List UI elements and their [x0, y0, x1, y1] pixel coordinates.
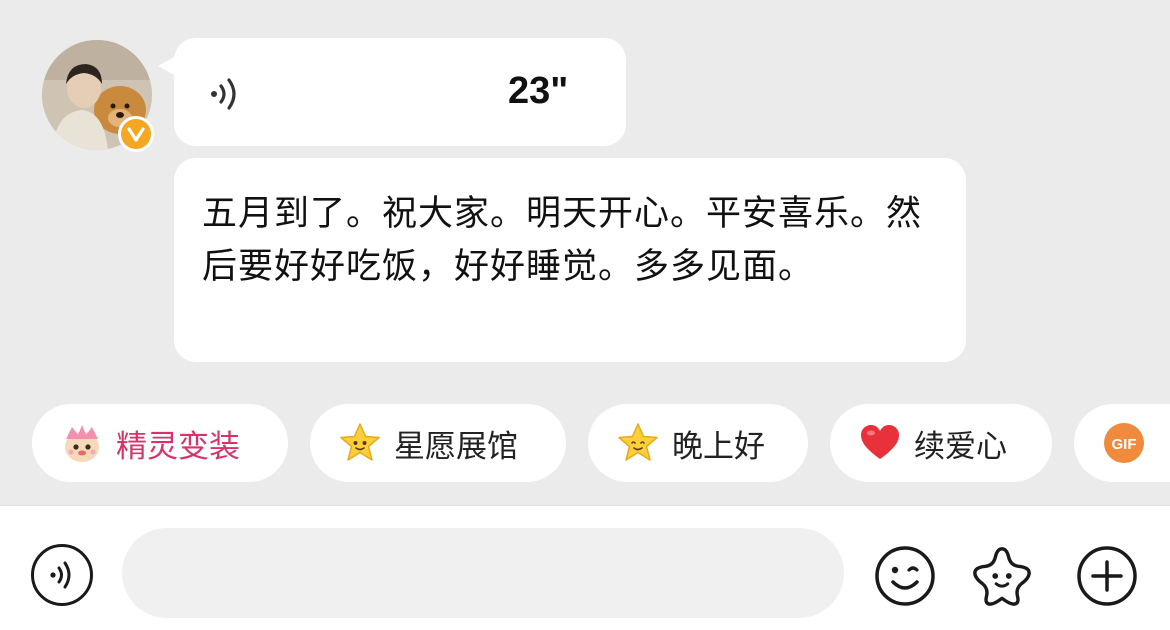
emoji-icon [875, 546, 935, 606]
chip-label: 星愿展馆 [394, 428, 518, 465]
voice-input-button[interactable] [31, 544, 93, 606]
plus-icon [1077, 546, 1137, 606]
chip-label: 精灵变装 [116, 428, 240, 465]
heart-icon [858, 421, 902, 465]
more-button[interactable] [1075, 544, 1139, 608]
emoji-button[interactable] [873, 544, 937, 608]
message-input[interactable] [122, 528, 844, 618]
star-face-icon [338, 421, 382, 465]
svg-text:GIF: GIF [1112, 436, 1137, 453]
fairy-mascot-icon [60, 421, 104, 465]
quick-chips-row: 精灵变装 星愿展馆 晚上好 续爱心 GIF [0, 404, 1170, 484]
chip-label: 晚上好 [672, 428, 765, 465]
chip-continue-love[interactable]: 续爱心 [830, 404, 1052, 482]
verified-v-icon [127, 127, 145, 142]
message-text: 五月到了。祝大家。明天开心。平安喜乐。然后要好好吃饭，好好睡觉。多多见面。 [202, 194, 923, 287]
star-face-icon [616, 421, 660, 465]
text-message-bubble[interactable]: 五月到了。祝大家。明天开心。平安喜乐。然后要好好吃饭，好好睡觉。多多见面。 [174, 158, 966, 362]
voice-icon [50, 561, 71, 589]
chip-fairy-costume[interactable]: 精灵变装 [32, 404, 288, 482]
sticker-star-icon [973, 547, 1031, 606]
voice-duration: 23" [508, 70, 569, 112]
chip-label: 续爱心 [914, 428, 1007, 465]
sticker-button[interactable] [970, 544, 1034, 608]
verified-badge [118, 116, 154, 152]
voice-wave-icon [205, 74, 245, 114]
chip-gif[interactable]: GIF [1074, 404, 1170, 482]
chip-star-wish-gallery[interactable]: 星愿展馆 [310, 404, 566, 482]
input-bar [0, 505, 1170, 630]
chip-good-evening[interactable]: 晚上好 [588, 404, 808, 482]
chat-area: 23" 五月到了。祝大家。明天开心。平安喜乐。然后要好好吃饭，好好睡觉。多多见面… [0, 0, 1170, 505]
sender-avatar[interactable] [42, 40, 154, 152]
gif-icon: GIF [1102, 421, 1146, 465]
